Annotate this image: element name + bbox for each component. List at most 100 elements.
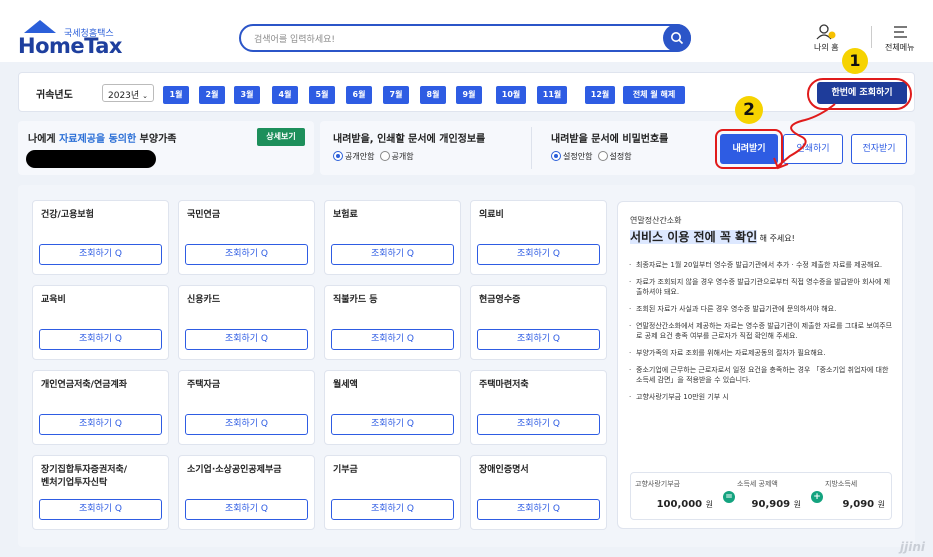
- month-button-5[interactable]: 5월: [309, 86, 335, 104]
- radio-set-password-label: 설정함: [609, 152, 632, 161]
- query-button[interactable]: 조회하기 Q: [331, 244, 454, 265]
- card-title: 주택자금: [187, 380, 221, 390]
- calc-unit: 원: [877, 500, 885, 509]
- dependents-panel: 나에게 자료제공을 동의한 부양가족 상세보기: [18, 121, 314, 175]
- category-card: 현금영수증 조회하기 Q: [470, 285, 607, 360]
- watermark: jjini: [900, 540, 925, 554]
- calc-local-tax: 지방소득세 9,090 원: [807, 479, 891, 515]
- calc-unit: 원: [705, 500, 713, 509]
- my-home-button[interactable]: 나의 홈: [814, 24, 839, 53]
- search-icon: [671, 32, 684, 45]
- category-card: 의료비 조회하기 Q: [470, 200, 607, 275]
- month-button-8[interactable]: 8월: [420, 86, 446, 104]
- query-button[interactable]: 조회하기 Q: [185, 329, 308, 350]
- month-button-11[interactable]: 11월: [537, 86, 567, 104]
- radio-show-personal-info[interactable]: [379, 151, 390, 161]
- notice-headline: 서비스 이용 전에 꼭 확인 해 주세요!: [630, 228, 795, 245]
- query-button[interactable]: 조회하기 Q: [477, 329, 600, 350]
- month-button-12[interactable]: 12월: [585, 86, 615, 104]
- query-button[interactable]: 조회하기 Q: [185, 499, 308, 520]
- personal-info-option-title: 내려받을, 인쇄할 문서에 개인정보를: [333, 134, 486, 145]
- query-button[interactable]: 조회하기 Q: [39, 329, 162, 350]
- card-title: 의료비: [479, 210, 504, 220]
- calc-label: 소득세 공제액: [737, 480, 778, 488]
- category-card: 주택자금 조회하기 Q: [178, 370, 315, 445]
- options-divider: [531, 127, 532, 169]
- category-card: 소기업·소상공인공제부금 조회하기 Q: [178, 455, 315, 530]
- category-card: 개인연금저축/연금계좌 조회하기 Q: [32, 370, 169, 445]
- radio-hide-personal-info[interactable]: [333, 151, 343, 161]
- category-card: 직불카드 등 조회하기 Q: [324, 285, 461, 360]
- notice-list: 최종자료는 1월 20일부터 영수증 발급기관에서 추가 · 수정 제출한 자료…: [628, 260, 896, 409]
- dependents-detail-button[interactable]: 상세보기: [257, 128, 305, 146]
- query-button[interactable]: 조회하기 Q: [331, 414, 454, 435]
- calc-donation: 고향사랑기부금 100,000 원: [635, 479, 719, 515]
- card-title: 교육비: [41, 295, 66, 305]
- search-placeholder: 검색어를 입력하세요!: [254, 35, 335, 45]
- month-button-3[interactable]: 3월: [234, 86, 260, 104]
- card-title: 개인연금저축/연금계좌: [41, 380, 128, 390]
- redacted-dependent-name: [26, 150, 156, 168]
- card-title: 건강/고용보험: [41, 210, 94, 220]
- year-select-value: 2023년: [108, 91, 140, 101]
- calc-value: 100,000: [656, 499, 703, 510]
- notice-item: 부양가족의 자료 조회를 위해서는 자료제공동의 절차가 필요해요.: [628, 348, 896, 358]
- calc-income-tax: 소득세 공제액 90,909 원: [723, 479, 807, 515]
- calc-value-wrap: 100,000 원: [657, 499, 713, 510]
- category-card: 장기집합투자증권저축/ 벤처기업투자신탁 조회하기 Q: [32, 455, 169, 530]
- month-button-1[interactable]: 1월: [163, 86, 189, 104]
- month-button-6[interactable]: 6월: [346, 86, 372, 104]
- query-button[interactable]: 조회하기 Q: [477, 414, 600, 435]
- query-button[interactable]: 조회하기 Q: [39, 244, 162, 265]
- calc-unit: 원: [793, 500, 801, 509]
- my-home-label: 나의 홈: [814, 43, 839, 52]
- query-button[interactable]: 조회하기 Q: [39, 499, 162, 520]
- radio-set-password[interactable]: [597, 151, 608, 161]
- month-button-4[interactable]: 4월: [272, 86, 298, 104]
- hamburger-menu-icon: [893, 26, 907, 38]
- query-button[interactable]: 조회하기 Q: [39, 414, 162, 435]
- query-button[interactable]: 조회하기 Q: [477, 499, 600, 520]
- annotation-step-2: 2: [735, 96, 763, 124]
- search-button[interactable]: [663, 24, 691, 52]
- clear-all-months-button[interactable]: 전체 월 해제: [623, 86, 685, 104]
- month-button-7[interactable]: 7월: [383, 86, 409, 104]
- category-card: 건강/고용보험 조회하기 Q: [32, 200, 169, 275]
- notice-item: 조회된 자료가 사실과 다른 경우 영수증 발급기관에 문의하셔야 해요.: [628, 304, 896, 314]
- calc-label: 지방소득세: [825, 480, 858, 488]
- category-card: 기부금 조회하기 Q: [324, 455, 461, 530]
- dependents-title-highlight: 자료제공을 동의한: [59, 134, 137, 145]
- all-menu-button[interactable]: 전체메뉴: [885, 24, 914, 53]
- category-card: 보험료 조회하기 Q: [324, 200, 461, 275]
- notice-item: 연말정산간소화에서 제공하는 자료는 영수증 발급기관이 제출한 자료를 그대로…: [628, 321, 896, 341]
- search-input[interactable]: 검색어를 입력하세요!: [239, 24, 691, 52]
- month-button-9[interactable]: 9월: [456, 86, 482, 104]
- calc-value-wrap: 90,909 원: [752, 499, 801, 510]
- card-title: 현금영수증: [479, 295, 521, 305]
- annotation-step-1: 1: [842, 48, 868, 74]
- calc-value-wrap: 9,090 원: [843, 499, 886, 510]
- radio-no-password[interactable]: [551, 151, 561, 161]
- month-button-10[interactable]: 10월: [496, 86, 526, 104]
- card-title: 주택마련저축: [479, 380, 529, 390]
- category-card: 국민연금 조회하기 Q: [178, 200, 315, 275]
- password-radio-group: 설정안함 설정함: [551, 151, 632, 162]
- header: 국세청홈택스 HomeTax 검색어를 입력하세요! 나의 홈 전체메뉴: [0, 0, 933, 62]
- month-button-2[interactable]: 2월: [199, 86, 225, 104]
- annotation-arrow: [773, 103, 836, 170]
- category-card: 주택마련저축 조회하기 Q: [470, 370, 607, 445]
- dependents-title: 나에게 자료제공을 동의한 부양가족: [28, 130, 176, 145]
- query-button[interactable]: 조회하기 Q: [331, 499, 454, 520]
- header-divider: [871, 26, 872, 48]
- category-card: 신용카드 조회하기 Q: [178, 285, 315, 360]
- radio-show-personal-info-label: 공개함: [391, 152, 414, 161]
- notice-item: 최종자료는 1월 20일부터 영수증 발급기관에서 추가 · 수정 제출한 자료…: [628, 260, 896, 270]
- query-button[interactable]: 조회하기 Q: [185, 244, 308, 265]
- calc-value: 9,090: [842, 499, 875, 510]
- card-title: 기부금: [333, 465, 358, 475]
- query-button[interactable]: 조회하기 Q: [477, 244, 600, 265]
- query-button[interactable]: 조회하기 Q: [185, 414, 308, 435]
- year-select[interactable]: 2023년 ⌄: [102, 84, 154, 102]
- notice-item: 중소기업에 근무하는 근로자로서 일정 요건을 충족하는 경우 「중소기업 취업…: [628, 365, 896, 385]
- query-button[interactable]: 조회하기 Q: [331, 329, 454, 350]
